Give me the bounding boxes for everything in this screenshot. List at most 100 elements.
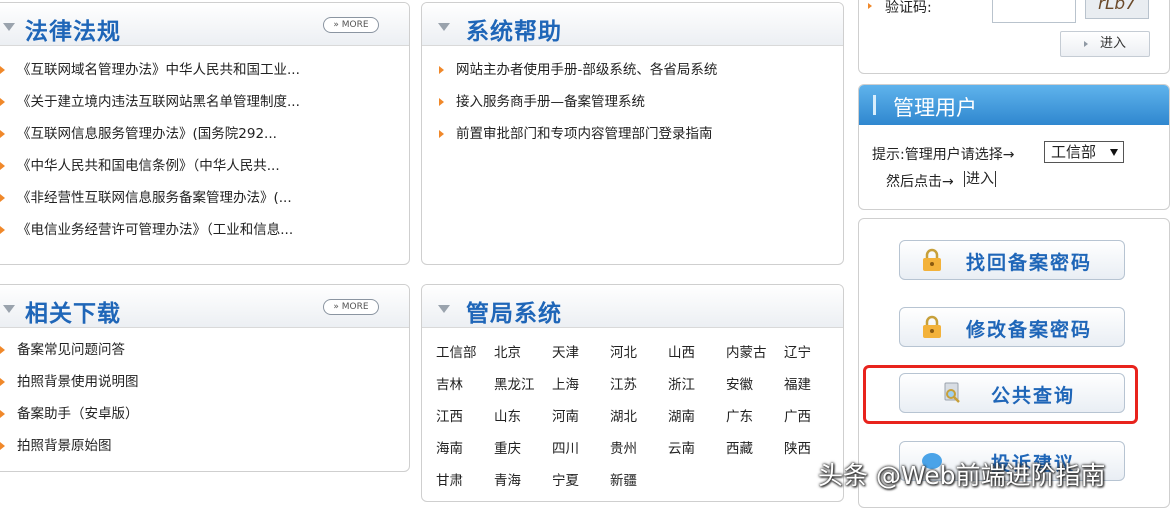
laws-title: 法律法规: [25, 19, 121, 45]
bureau-link[interactable]: 吉林: [436, 369, 494, 401]
admin-panel: 管理用户 提示:管理用户请选择→ 工信部 然后点击→ 进入: [858, 84, 1170, 210]
list-item[interactable]: 网站主办者使用手册-部级系统、各省局系统: [434, 54, 843, 86]
list-item-link[interactable]: 《互联网域名管理办法》中华人民共和国工业...: [17, 62, 300, 78]
bullet-arrow-icon: [0, 346, 5, 354]
bureau-link[interactable]: 江西: [436, 401, 494, 433]
bureau-link[interactable]: 四川: [552, 433, 610, 465]
bullet-arrow-icon: [439, 66, 444, 74]
modify-password-button[interactable]: 修改备案密码: [899, 307, 1125, 347]
bureaus-grid: 工信部 北京 天津 河北 山西 内蒙古 辽宁吉林 黑龙江 上海 江苏 浙江 安徽 福建江西 山东 河南 湖北湖…: [436, 337, 842, 497]
list-item[interactable]: 《关于建立境内违法互联网站黑名单管理制度...: [0, 86, 409, 118]
bureaus-panel: 管局系统 工信部 北京 天津 河北 山西 内蒙古 辽宁 吉林 黑龙江 上海 江苏 浙江 安徽 福建 江西 山东…: [421, 284, 844, 502]
bureau-link[interactable]: 北京: [494, 337, 552, 369]
list-item-link[interactable]: 拍照背景使用说明图: [17, 374, 139, 390]
bureau-link[interactable]: 黑龙江: [494, 369, 552, 401]
bureau-link[interactable]: 新疆: [610, 465, 668, 497]
public-query-button[interactable]: 公共查询: [899, 373, 1125, 413]
list-item[interactable]: 《电信业务经营许可管理办法》（工业和信息...: [0, 214, 409, 246]
list-item[interactable]: 备案助手（安卓版）: [0, 398, 409, 430]
bureau-link[interactable]: 江苏: [610, 369, 668, 401]
bureau-link[interactable]: 甘肃: [436, 465, 494, 497]
captcha-input[interactable]: [992, 0, 1076, 23]
bureau-link[interactable]: 广东: [726, 401, 784, 433]
bureau-link[interactable]: 广西: [784, 401, 842, 433]
bureau-link[interactable]: 河南: [552, 401, 610, 433]
bureau-link[interactable]: 湖南: [668, 401, 726, 433]
bureau-link[interactable]: 内蒙古: [726, 337, 784, 369]
bureau-link[interactable]: 西藏: [726, 433, 784, 465]
bureau-link[interactable]: 重庆: [494, 433, 552, 465]
list-item[interactable]: 《中华人民共和国电信条例》（中华人民共...: [0, 150, 409, 182]
bureau-link[interactable]: 宁夏: [552, 465, 610, 497]
collapse-triangle-icon[interactable]: [438, 305, 450, 313]
lock-icon: [923, 248, 941, 271]
login-enter-button[interactable]: 进入: [1060, 31, 1150, 57]
list-item-link[interactable]: 拍照背景原始图: [17, 438, 112, 454]
bureau-link[interactable]: 辽宁: [784, 337, 842, 369]
list-item[interactable]: 《互联网信息服务管理办法》(国务院292...: [0, 118, 409, 150]
list-item-link[interactable]: 接入服务商手册—备案管理系统: [456, 94, 645, 110]
captcha-label: 验证码:: [885, 0, 932, 16]
list-item[interactable]: 《互联网域名管理办法》中华人民共和国工业...: [0, 54, 409, 86]
laws-more-button[interactable]: » MORE: [323, 17, 379, 33]
bureau-link[interactable]: 山西: [668, 337, 726, 369]
list-item-link[interactable]: 《互联网信息服务管理办法》(国务院292...: [17, 126, 277, 142]
list-item-link[interactable]: 《电信业务经营许可管理办法》（工业和信息...: [17, 222, 293, 238]
admin-hint-2: 然后点击→: [886, 174, 954, 190]
list-item-link[interactable]: 网站主办者使用手册-部级系统、各省局系统: [456, 62, 717, 78]
bullet-arrow-icon: [0, 378, 5, 386]
list-item-link[interactable]: 备案助手（安卓版）: [17, 406, 139, 422]
downloads-more-button[interactable]: » MORE: [323, 299, 379, 315]
bureau-link[interactable]: 工信部: [436, 337, 494, 369]
watermark: 头条 @Web前端进阶指南: [818, 461, 1106, 490]
list-item-link[interactable]: 备案常见问题问答: [17, 342, 125, 358]
bureau-link[interactable]: 山东: [494, 401, 552, 433]
list-item-link[interactable]: 《中华人民共和国电信条例》（中华人民共...: [17, 158, 280, 174]
collapse-triangle-icon[interactable]: [3, 305, 15, 313]
enter-arrow-icon: [1083, 40, 1088, 47]
bureau-link[interactable]: 浙江: [668, 369, 726, 401]
admin-bureau-select[interactable]: 工信部: [1044, 141, 1124, 163]
downloads-list: 备案常见问题问答 拍照背景使用说明图 备案助手（安卓版） 拍照背景原始图: [0, 334, 409, 462]
bureau-link[interactable]: 湖北: [610, 401, 668, 433]
dropdown-arrow-icon: [1110, 149, 1118, 156]
list-item-link[interactable]: 前置审批部门和专项内容管理部门登录指南: [456, 126, 713, 142]
bureau-link[interactable]: 河北: [610, 337, 668, 369]
bureau-link[interactable]: 云南: [668, 433, 726, 465]
retrieve-password-label: 找回备案密码: [966, 252, 1093, 274]
collapse-triangle-icon[interactable]: [438, 23, 450, 31]
retrieve-password-button[interactable]: 找回备案密码: [899, 240, 1125, 280]
bureau-link[interactable]: 青海: [494, 465, 552, 497]
bureau-link[interactable]: 安徽: [726, 369, 784, 401]
list-item[interactable]: 拍照背景使用说明图: [0, 366, 409, 398]
bullet-arrow-icon: [439, 130, 444, 138]
search-document-icon: [944, 382, 960, 403]
downloads-header: 相关下载 » MORE: [0, 285, 409, 328]
bullet-arrow-icon: [0, 226, 5, 234]
admin-title: 管理用户: [893, 96, 977, 120]
captcha-image[interactable]: rLb7: [1085, 0, 1149, 19]
list-item[interactable]: 备案常见问题问答: [0, 334, 409, 366]
modify-password-label: 修改备案密码: [966, 319, 1093, 341]
bullet-arrow-icon: [0, 410, 5, 418]
laws-header: 法律法规 » MORE: [0, 3, 409, 46]
collapse-triangle-icon[interactable]: [3, 23, 15, 31]
bureau-link[interactable]: 天津: [552, 337, 610, 369]
list-item[interactable]: 拍照背景原始图: [0, 430, 409, 462]
list-item-link[interactable]: 《关于建立境内违法互联网站黑名单管理制度...: [17, 94, 300, 110]
admin-select-value: 工信部: [1051, 143, 1097, 161]
bullet-arrow-icon: [0, 442, 5, 450]
bullet-arrow-icon: [0, 130, 5, 138]
list-item[interactable]: 前置审批部门和专项内容管理部门登录指南: [434, 118, 843, 150]
laws-list: 《互联网域名管理办法》中华人民共和国工业... 《关于建立境内违法互联网站黑名单管…: [0, 54, 409, 246]
list-item[interactable]: 《非经营性互联网信息服务备案管理办法》(...: [0, 182, 409, 214]
admin-enter-link[interactable]: 进入: [964, 171, 996, 187]
bureau-link[interactable]: 贵州: [610, 433, 668, 465]
bullet-arrow-icon: [0, 98, 5, 106]
list-item[interactable]: 接入服务商手册—备案管理系统: [434, 86, 843, 118]
bureau-link[interactable]: 海南: [436, 433, 494, 465]
downloads-panel: 相关下载 » MORE 备案常见问题问答 拍照背景使用说明图 备案助手（安卓版） 拍照…: [0, 284, 410, 472]
bureau-link[interactable]: 上海: [552, 369, 610, 401]
bureau-link[interactable]: 福建: [784, 369, 842, 401]
list-item-link[interactable]: 《非经营性互联网信息服务备案管理办法》(...: [17, 190, 292, 206]
